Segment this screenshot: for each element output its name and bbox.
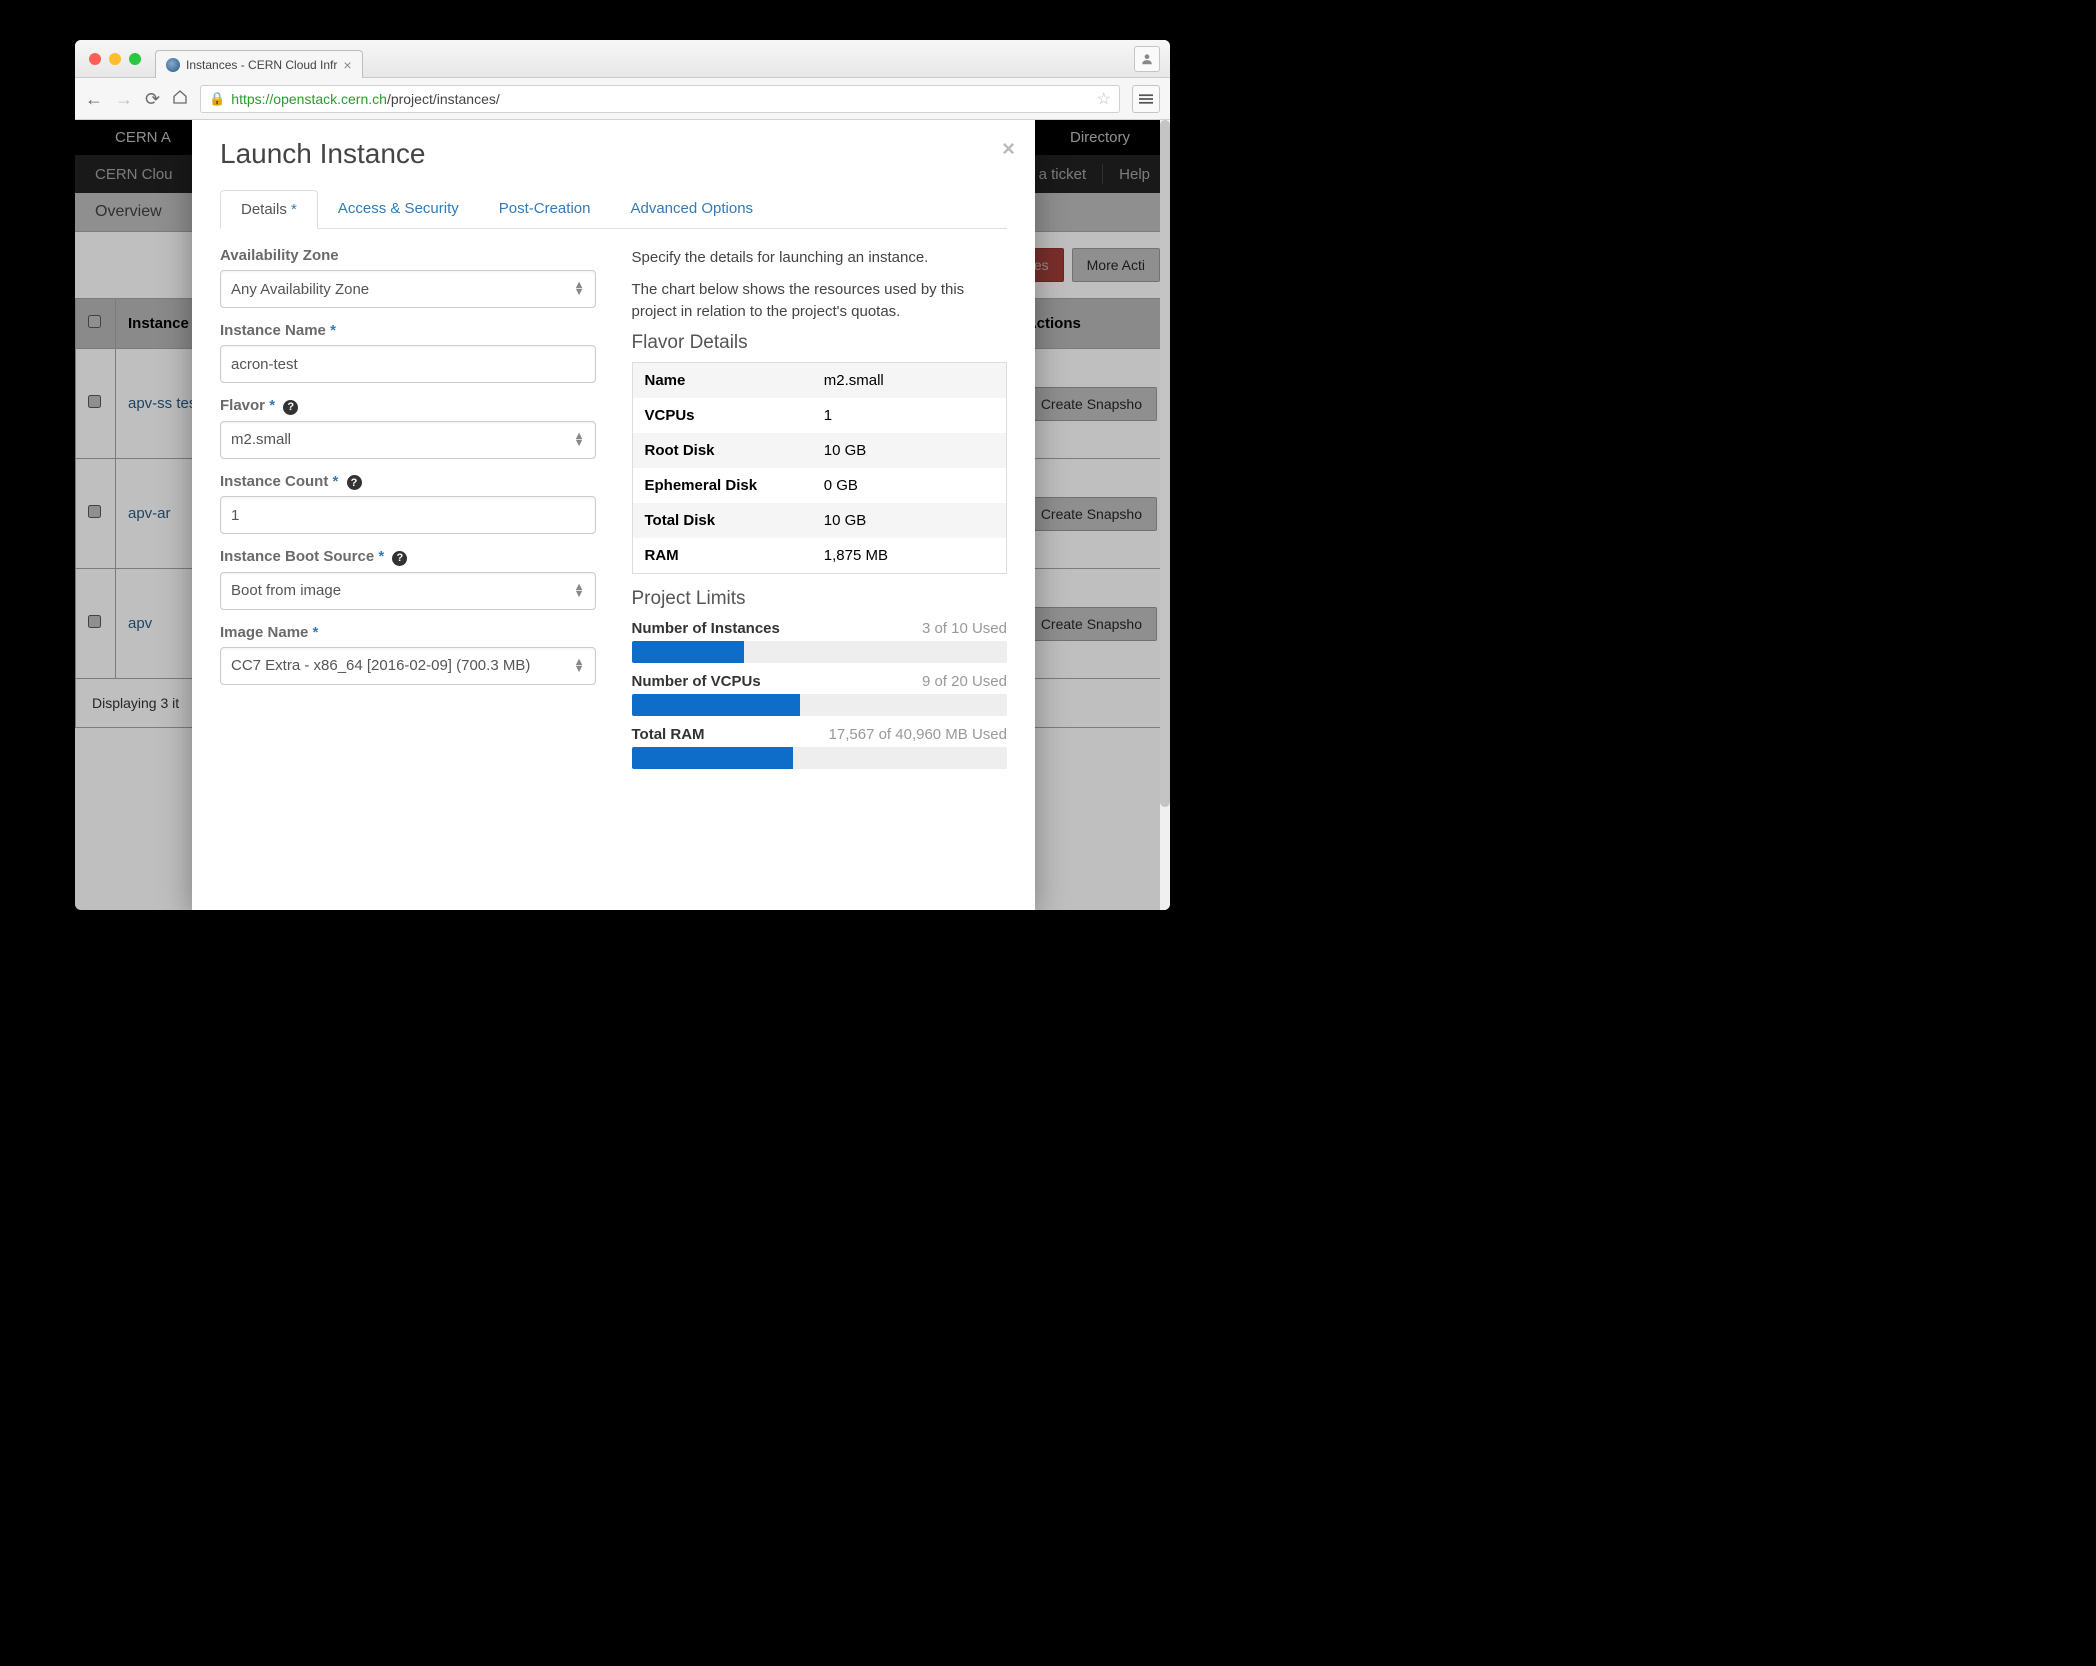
instance-name-input[interactable] bbox=[220, 345, 596, 383]
profile-button[interactable] bbox=[1134, 46, 1160, 72]
boot-source-select[interactable]: Boot from image ▲▼ bbox=[220, 572, 596, 610]
label-flavor: Flavor * ? bbox=[220, 397, 596, 415]
scrollbar-thumb[interactable] bbox=[1160, 120, 1170, 807]
quota-bar bbox=[632, 694, 1008, 716]
url-bar[interactable]: 🔒 https://openstack.cern.ch/project/inst… bbox=[200, 85, 1120, 113]
tab-post-creation[interactable]: Post-Creation bbox=[479, 190, 611, 228]
chevron-updown-icon: ▲▼ bbox=[574, 282, 585, 295]
back-button[interactable]: ← bbox=[85, 90, 103, 108]
viewport: CERN A Directory CERN Clou a ticket Help… bbox=[75, 120, 1170, 910]
browser-window: Instances - CERN Cloud Infr × ← → ⟳ 🔒 ht… bbox=[75, 40, 1170, 910]
modal-title: Launch Instance bbox=[220, 138, 1007, 170]
lock-icon: 🔒 bbox=[209, 91, 225, 107]
bookmark-star-icon[interactable]: ☆ bbox=[1097, 89, 1111, 109]
label-availability-zone: Availability Zone bbox=[220, 247, 596, 264]
chevron-updown-icon: ▲▼ bbox=[574, 433, 585, 446]
modal-tabs: Details * Access & Security Post-Creatio… bbox=[220, 190, 1007, 229]
url-path: /project/instances/ bbox=[387, 91, 500, 107]
quota-bar bbox=[632, 641, 1008, 663]
help-icon[interactable]: ? bbox=[392, 551, 407, 566]
tab-title: Instances - CERN Cloud Infr bbox=[186, 58, 337, 72]
help-icon[interactable]: ? bbox=[283, 400, 298, 415]
home-icon bbox=[172, 89, 188, 105]
flavor-details-table: Namem2.small VCPUs1 Root Disk10 GB Ephem… bbox=[632, 362, 1008, 574]
launch-instance-modal: × Launch Instance Details * Access & Sec… bbox=[192, 120, 1035, 910]
window-controls bbox=[75, 53, 155, 65]
quota-value: 17,567 of 40,960 MB Used bbox=[829, 726, 1007, 743]
browser-tab[interactable]: Instances - CERN Cloud Infr × bbox=[155, 50, 363, 78]
project-limits-heading: Project Limits bbox=[632, 588, 1008, 610]
scrollbar[interactable] bbox=[1160, 120, 1170, 910]
browser-menu-button[interactable] bbox=[1132, 85, 1160, 113]
quota-label: Number of VCPUs bbox=[632, 673, 761, 690]
quota-label: Total RAM bbox=[632, 726, 705, 743]
maximize-window-button[interactable] bbox=[129, 53, 141, 65]
chevron-updown-icon: ▲▼ bbox=[574, 584, 585, 597]
intro-text: Specify the details for launching an ins… bbox=[632, 247, 1008, 269]
tab-access-security[interactable]: Access & Security bbox=[318, 190, 479, 228]
label-instance-count: Instance Count * ? bbox=[220, 473, 596, 491]
titlebar: Instances - CERN Cloud Infr × bbox=[75, 40, 1170, 78]
quota-instances: Number of Instances 3 of 10 Used bbox=[632, 620, 1008, 663]
person-icon bbox=[1140, 52, 1154, 66]
quota-value: 3 of 10 Used bbox=[922, 620, 1007, 637]
forward-button[interactable]: → bbox=[115, 90, 133, 108]
quota-bar bbox=[632, 747, 1008, 769]
minimize-window-button[interactable] bbox=[109, 53, 121, 65]
tab-details[interactable]: Details * bbox=[220, 190, 318, 229]
hamburger-icon bbox=[1139, 92, 1153, 106]
tab-close-icon[interactable]: × bbox=[343, 58, 351, 72]
label-boot-source: Instance Boot Source * ? bbox=[220, 548, 596, 566]
form-column: Availability Zone Any Availability Zone … bbox=[220, 247, 596, 773]
home-button[interactable] bbox=[172, 89, 188, 108]
tab-advanced-options[interactable]: Advanced Options bbox=[610, 190, 773, 228]
close-window-button[interactable] bbox=[89, 53, 101, 65]
reload-button[interactable]: ⟳ bbox=[145, 90, 160, 108]
favicon-icon bbox=[166, 58, 180, 72]
quota-label: Number of Instances bbox=[632, 620, 780, 637]
label-image-name: Image Name * bbox=[220, 624, 596, 641]
browser-toolbar: ← → ⟳ 🔒 https://openstack.cern.ch/projec… bbox=[75, 78, 1170, 120]
image-name-select[interactable]: CC7 Extra - x86_64 [2016-02-09] (700.3 M… bbox=[220, 647, 596, 685]
modal-close-button[interactable]: × bbox=[1002, 136, 1015, 162]
tab-strip: Instances - CERN Cloud Infr × bbox=[155, 40, 363, 77]
flavor-details-heading: Flavor Details bbox=[632, 332, 1008, 354]
intro-text-2: The chart below shows the resources used… bbox=[632, 279, 1008, 323]
flavor-select[interactable]: m2.small ▲▼ bbox=[220, 421, 596, 459]
label-instance-name: Instance Name * bbox=[220, 322, 596, 339]
instance-count-input[interactable] bbox=[220, 496, 596, 534]
availability-zone-select[interactable]: Any Availability Zone ▲▼ bbox=[220, 270, 596, 308]
chevron-updown-icon: ▲▼ bbox=[574, 659, 585, 672]
quota-ram: Total RAM 17,567 of 40,960 MB Used bbox=[632, 726, 1008, 769]
info-column: Specify the details for launching an ins… bbox=[632, 247, 1008, 773]
quota-vcpus: Number of VCPUs 9 of 20 Used bbox=[632, 673, 1008, 716]
quota-value: 9 of 20 Used bbox=[922, 673, 1007, 690]
url-domain: https://openstack.cern.ch bbox=[231, 91, 387, 107]
help-icon[interactable]: ? bbox=[347, 475, 362, 490]
